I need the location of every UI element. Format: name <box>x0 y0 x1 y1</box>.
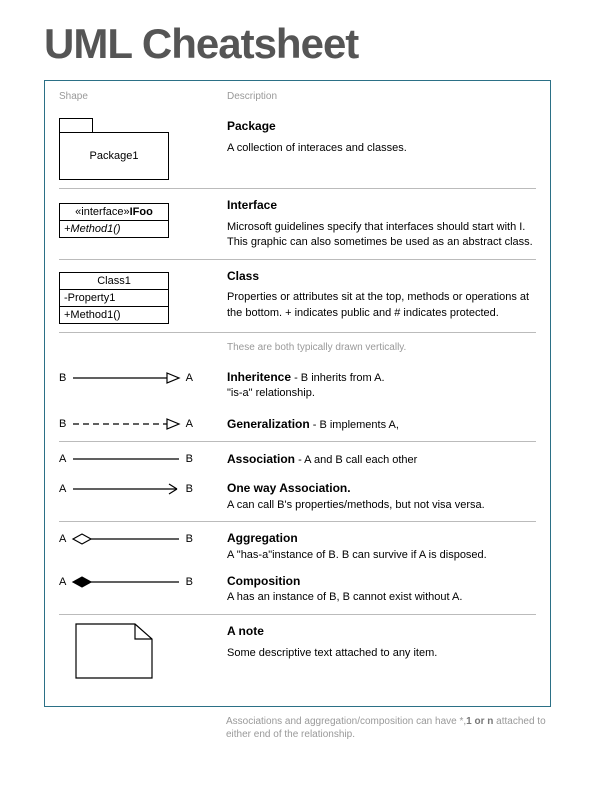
package-label: Package1 <box>90 150 139 162</box>
desc-class: Class Properties or attributes sit at th… <box>227 268 536 322</box>
agg-right: B <box>181 533 193 545</box>
table-header: Shape Description <box>59 91 536 102</box>
generalization-arrow-icon <box>71 417 181 431</box>
inh-tail: - B inherits from A. <box>291 372 385 384</box>
class-box: Class1 -Property1 +Method1() <box>59 272 169 324</box>
agg-left: A <box>59 533 71 545</box>
gen-left: B <box>59 418 71 430</box>
interface-header: «interface»IFoo <box>60 204 168 221</box>
desc-oneway: One way Association. A can call B's prop… <box>227 480 536 513</box>
comp-title: Composition <box>227 574 300 588</box>
comp-right: B <box>181 576 193 588</box>
class-name: Class1 <box>60 273 168 290</box>
oneway-arrow-icon <box>71 482 181 496</box>
shape-oneway: A B <box>59 480 227 498</box>
page: UML Cheatsheet Shape Description Package… <box>0 0 595 761</box>
row-interface: «interface»IFoo +Method1() Interface Mic… <box>59 188 536 259</box>
note-title: A note <box>227 623 536 640</box>
class-desc: Properties or attributes sit at the top,… <box>227 291 529 318</box>
footnote-pre: Associations and aggregation/composition… <box>226 716 466 727</box>
row-package: Package1 Package A collection of interac… <box>59 110 536 188</box>
association-line-icon <box>71 452 181 466</box>
assoc-tail: - A and B call each other <box>295 454 417 466</box>
inh-right: A <box>181 372 193 384</box>
agg-title: Aggregation <box>227 531 298 545</box>
comp-sub: A has an instance of B, B cannot exist w… <box>227 591 462 603</box>
inh-sub: "is-a" relationship. <box>227 387 315 399</box>
desc-interface: Interface Microsoft guidelines specify t… <box>227 197 536 251</box>
assoc-left: A <box>59 453 71 465</box>
header-description: Description <box>227 91 536 102</box>
interface-name: IFoo <box>130 206 153 218</box>
footnote-bold: 1 or n <box>466 716 493 727</box>
row-inh-gen: These are both typically drawn verticall… <box>59 332 536 442</box>
shape-inheritence: B A <box>59 369 227 387</box>
shape-composition: A B <box>59 573 227 591</box>
aggregation-icon <box>71 532 181 546</box>
class-title: Class <box>227 268 536 285</box>
desc-package: Package A collection of interaces and cl… <box>227 118 536 156</box>
interface-method: +Method1() <box>60 221 168 237</box>
shape-note <box>59 623 227 682</box>
class-method: +Method1() <box>60 307 168 323</box>
desc-association: Association - A and B call each other <box>227 451 536 468</box>
ow-left: A <box>59 483 71 495</box>
composition-icon <box>71 575 181 589</box>
shape-interface: «interface»IFoo +Method1() <box>59 197 227 238</box>
gen-right: A <box>181 418 193 430</box>
note-desc: Some descriptive text attached to any it… <box>227 647 437 659</box>
interface-stereotype: «interface» <box>75 206 129 218</box>
package-title: Package <box>227 118 536 135</box>
agg-sub: A "has-a"instance of B. B can survive if… <box>227 549 487 561</box>
interface-box: «interface»IFoo +Method1() <box>59 203 169 238</box>
desc-aggregation: Aggregation A "has-a"instance of B. B ca… <box>227 530 536 563</box>
header-shape: Shape <box>59 91 227 102</box>
desc-composition: Composition A has an instance of B, B ca… <box>227 573 536 606</box>
desc-note: A note Some descriptive text attached to… <box>227 623 536 661</box>
desc-inheritence: Inheritence - B inherits from A. "is-a" … <box>227 369 536 402</box>
inh-left: B <box>59 372 71 384</box>
content-box: Shape Description Package1 Package A col… <box>44 80 551 707</box>
shape-package: Package1 <box>59 118 227 180</box>
gen-title: Generalization <box>227 417 310 431</box>
interface-title: Interface <box>227 197 536 214</box>
shape-generalization: B A <box>59 415 227 433</box>
row-class: Class1 -Property1 +Method1() Class Prope… <box>59 259 536 332</box>
row-agg-comp: A B Aggregation A "has-a"instance of B. … <box>59 521 536 614</box>
package-tab <box>59 118 93 132</box>
spacer <box>59 341 227 361</box>
row-note: A note Some descriptive text attached to… <box>59 614 536 690</box>
assoc-title: Association <box>227 452 295 466</box>
page-title: UML Cheatsheet <box>44 20 551 68</box>
shape-class: Class1 -Property1 +Method1() <box>59 268 227 324</box>
row-assoc: A B Association - A and B call each othe… <box>59 441 536 521</box>
desc-generalization: Generalization - B implements A, <box>227 416 536 433</box>
shape-association: A B <box>59 450 227 468</box>
interface-desc: Microsoft guidelines specify that interf… <box>227 221 533 248</box>
relationship-note: These are both typically drawn verticall… <box>227 341 536 355</box>
footnote: Associations and aggregation/composition… <box>44 715 551 741</box>
gen-tail: - B implements A, <box>310 419 399 431</box>
assoc-right: B <box>181 453 193 465</box>
shape-aggregation: A B <box>59 530 227 548</box>
class-property: -Property1 <box>60 290 168 307</box>
inh-title: Inheritence <box>227 370 291 384</box>
ow-title: One way Association. <box>227 481 351 495</box>
ow-sub: A can call B's properties/methods, but n… <box>227 499 485 511</box>
package-desc: A collection of interaces and classes. <box>227 142 407 154</box>
note-icon <box>75 623 153 679</box>
ow-right: B <box>181 483 193 495</box>
comp-left: A <box>59 576 71 588</box>
package-body: Package1 <box>59 132 169 180</box>
inheritence-arrow-icon <box>71 371 181 385</box>
